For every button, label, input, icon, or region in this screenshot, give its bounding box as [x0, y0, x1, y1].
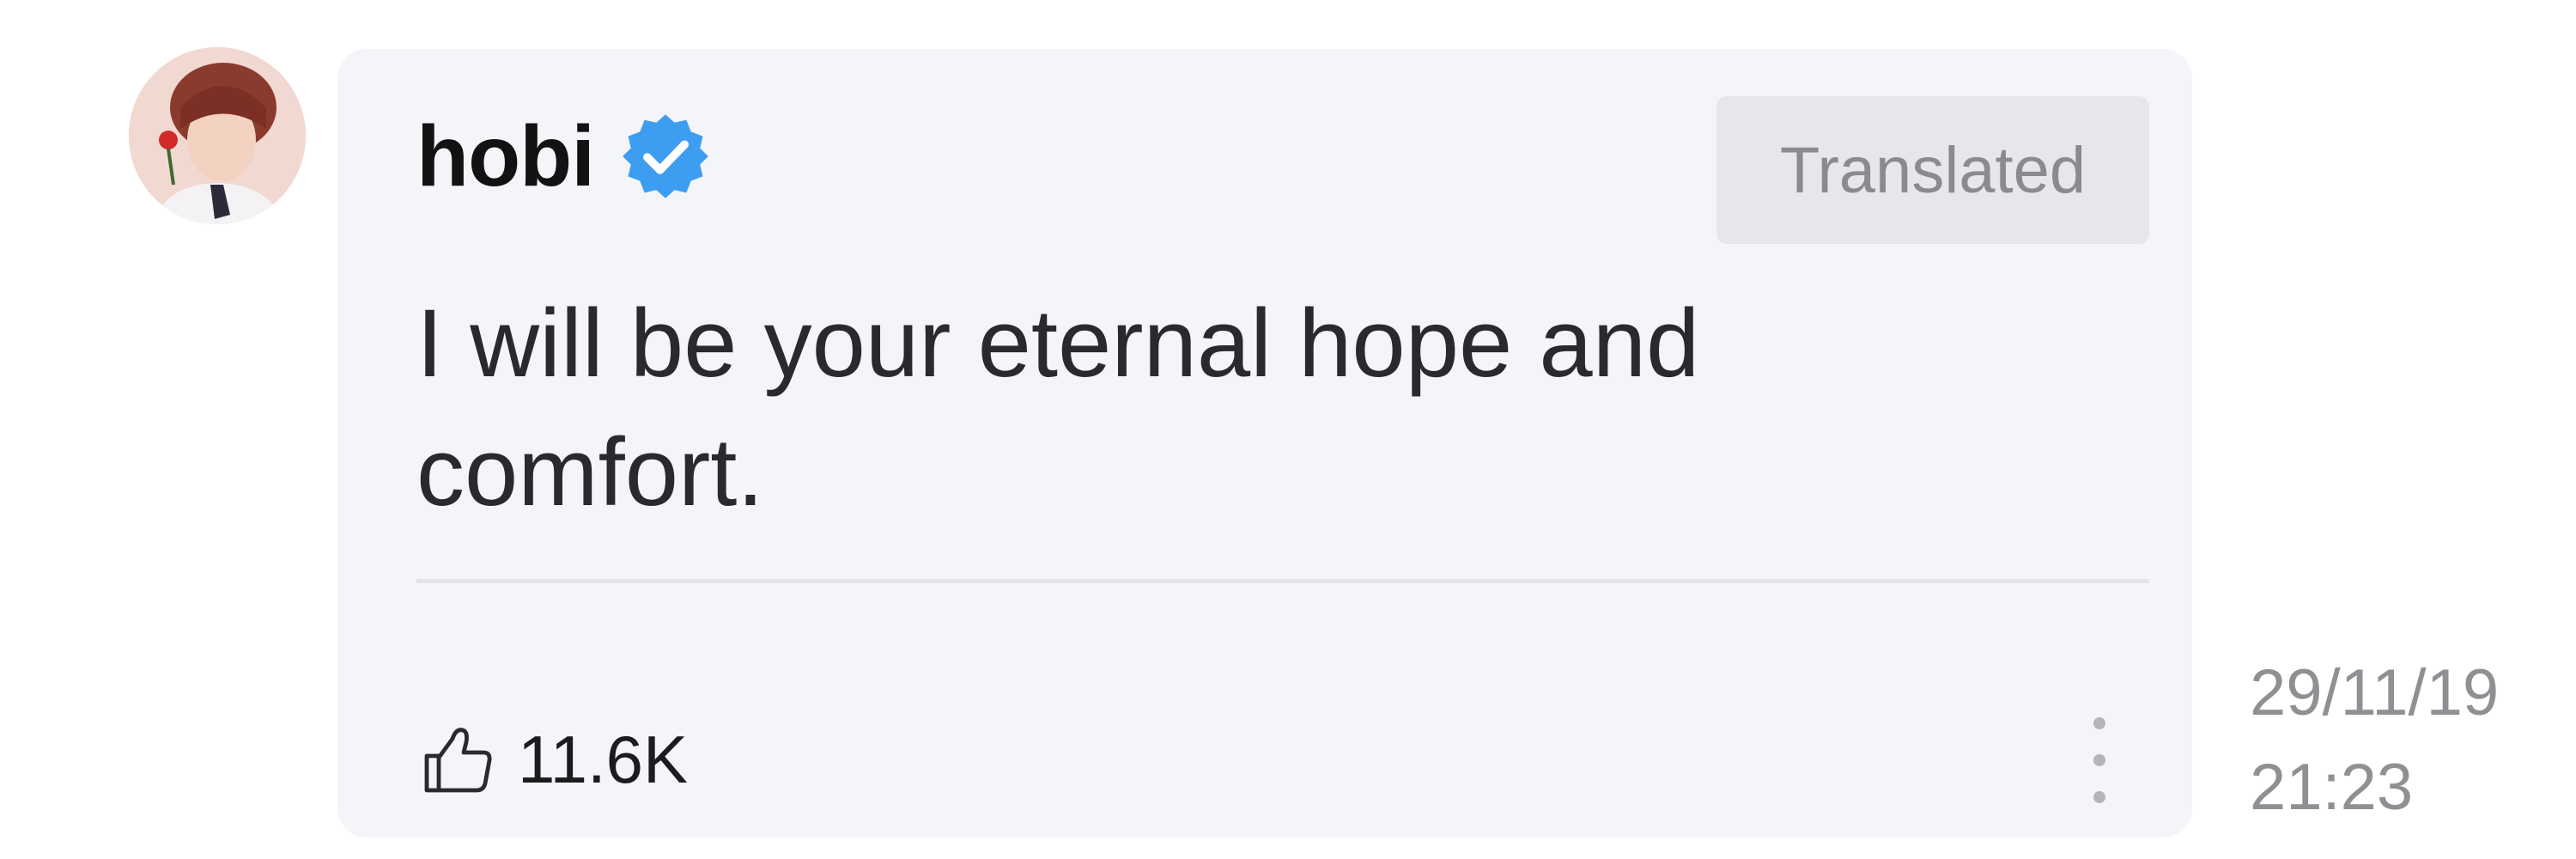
avatar-image	[129, 47, 306, 224]
more-options-button[interactable]	[2082, 717, 2117, 803]
translated-badge[interactable]: Translated	[1716, 96, 2149, 244]
verified-badge-icon	[623, 114, 708, 198]
message-text: I will be your eternal hope and comfort.	[416, 289, 1700, 526]
divider	[416, 579, 2149, 583]
vertical-ellipsis-icon	[2093, 717, 2105, 729]
message-timestamp: 29/11/19 21:23	[2250, 646, 2499, 835]
author-row: hobi	[416, 109, 711, 204]
message-bubble: hobi Translated I will be your eternal h…	[337, 49, 2192, 838]
message-time: 21:23	[2250, 751, 2414, 824]
like-count: 11.6K	[518, 721, 689, 797]
vertical-ellipsis-icon	[2093, 754, 2105, 766]
chat-message-view: hobi Translated I will be your eternal h…	[0, 0, 2576, 859]
like-button[interactable]: 11.6K	[416, 712, 688, 807]
avatar[interactable]	[129, 47, 306, 224]
author-name[interactable]: hobi	[416, 113, 595, 199]
vertical-ellipsis-icon	[2093, 791, 2105, 803]
thumbs-up-icon	[424, 728, 492, 793]
message-date: 29/11/19	[2250, 656, 2500, 729]
